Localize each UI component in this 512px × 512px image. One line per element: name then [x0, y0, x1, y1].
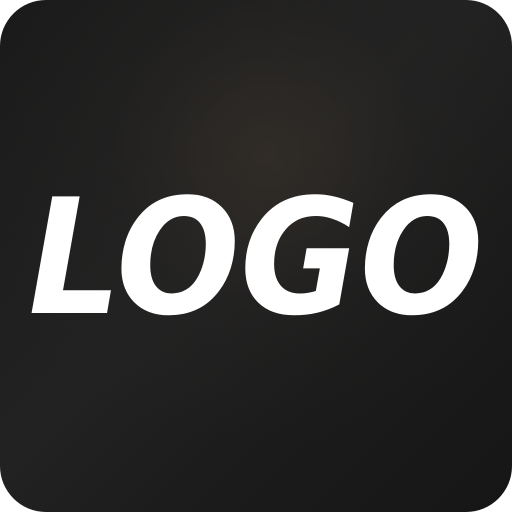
app-icon-tile: LOGO [0, 0, 512, 512]
logo-wordmark: LOGO [29, 164, 484, 351]
logo-mark: LOGO [29, 164, 484, 351]
